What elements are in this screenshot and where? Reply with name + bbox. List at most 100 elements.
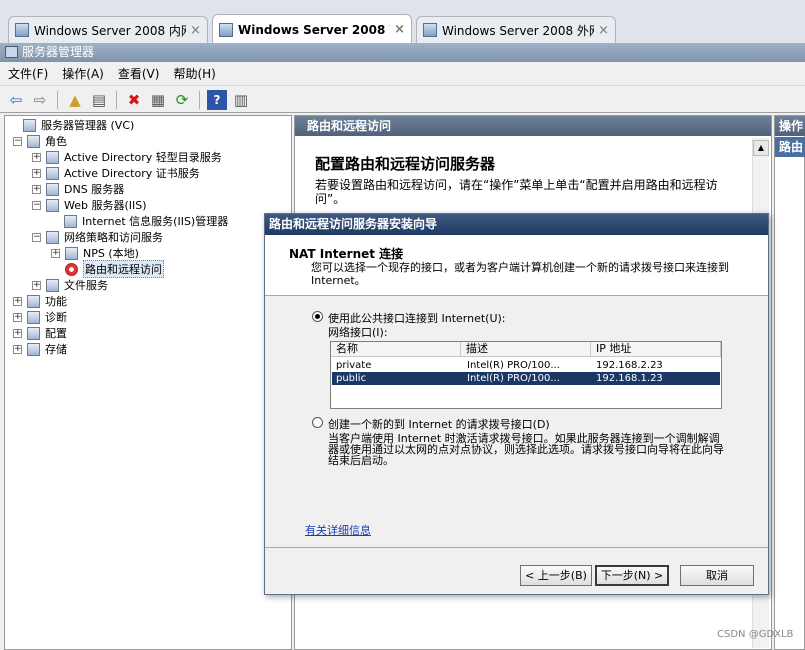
cancel-button[interactable]: 取消 (680, 565, 754, 586)
collapse-icon[interactable]: − (32, 232, 41, 242)
interface-description: Intel(R) PRO/100... (467, 360, 560, 371)
network-interface-list[interactable]: 名称 描述 IP 地址 private Intel(R) PRO/100... … (330, 341, 722, 409)
actions-pane: 操作 路由 (774, 115, 805, 650)
expand-icon[interactable]: + (13, 344, 22, 354)
interface-row-public[interactable]: public Intel(R) PRO/100... 192.168.1.23 (332, 372, 720, 385)
main-pane-title: 配置路由和远程访问服务器 (315, 155, 496, 173)
interface-row-private[interactable]: private Intel(R) PRO/100... 192.168.2.23 (332, 359, 720, 372)
properties-icon[interactable]: ▦ (148, 90, 168, 110)
tree-item-rras[interactable]: 路由和远程访问 (65, 260, 164, 278)
expand-icon[interactable]: + (32, 280, 41, 290)
collapse-icon[interactable]: − (32, 200, 41, 210)
wizard-page-title: NAT Internet 连接 (289, 247, 404, 261)
expand-icon[interactable]: + (51, 248, 60, 258)
tree-item-label: DNS 服务器 (64, 183, 125, 196)
menu-view[interactable]: 查看(V) (118, 65, 160, 82)
menu-action[interactable]: 操作(A) (62, 65, 104, 82)
tree-item-configuration[interactable]: + 配置 (13, 325, 67, 341)
toolbar: ⇦ ⇨ ▲ ▤ ✖ ▦ ⟳ ? ▥ (0, 87, 805, 113)
next-button[interactable]: 下一步(N) > (595, 565, 669, 586)
tree-item-nps[interactable]: + NPS (本地) (51, 245, 139, 261)
more-info-link[interactable]: 有关详细信息 (305, 522, 371, 538)
main-pane-header: 路由和远程访问 (295, 116, 771, 136)
close-icon[interactable]: × (394, 22, 405, 37)
scroll-up-icon[interactable]: ▲ (753, 140, 769, 156)
file-services-icon (46, 278, 59, 292)
expand-icon[interactable]: + (32, 168, 41, 178)
tree-item-server-manager[interactable]: 服务器管理器 (VC) (9, 117, 134, 133)
close-icon[interactable]: × (598, 23, 609, 38)
tree-item-label: 路由和远程访问 (83, 260, 164, 278)
tree-item-ad-lds[interactable]: + Active Directory 轻型目录服务 (32, 149, 222, 165)
column-header-name[interactable]: 名称 (331, 342, 461, 357)
tree-item-label: 网络策略和访问服务 (64, 231, 163, 244)
back-button[interactable]: < 上一步(B) (520, 565, 592, 586)
tree-item-iis-manager[interactable]: Internet 信息服务(IIS)管理器 (64, 213, 228, 229)
wizard-page-description: 您可以选择一个现存的接口，或者为客户端计算机创建一个新的请求拨号接口来连接到 I… (311, 261, 729, 287)
menu-file[interactable]: 文件(F) (8, 65, 48, 82)
expand-icon[interactable]: + (13, 312, 22, 322)
tab-label: Windows Server 2008 VPN... (238, 22, 390, 37)
toolbar-divider (116, 90, 117, 109)
show-hide-tree-icon[interactable]: ▤ (89, 90, 109, 110)
demand-dial-radio-label[interactable]: 创建一个新的到 Internet 的请求拨号接口(D) (328, 416, 550, 432)
tree-item-label: NPS (本地) (83, 247, 139, 260)
tree-item-label: Active Directory 轻型目录服务 (64, 151, 222, 164)
tab-intranet[interactable]: Windows Server 2008 内网 × (8, 16, 208, 43)
web-server-icon (46, 198, 59, 212)
tree-item-label: 配置 (45, 327, 67, 340)
tree-item-label: 功能 (45, 295, 67, 308)
collapse-icon[interactable]: − (13, 136, 22, 146)
globe-icon (65, 246, 78, 260)
delete-icon[interactable]: ✖ (124, 90, 144, 110)
help-icon[interactable]: ? (207, 89, 227, 110)
expand-icon[interactable]: + (32, 152, 41, 162)
tree-item-label: 服务器管理器 (VC) (41, 119, 135, 132)
tree-item-label: Web 服务器(IIS) (64, 199, 147, 212)
up-folder-icon[interactable]: ▲ (65, 90, 85, 110)
public-interface-radio[interactable] (312, 311, 323, 322)
interface-description: Intel(R) PRO/100... (467, 373, 560, 384)
tab-extranet[interactable]: Windows Server 2008 外网 × (416, 16, 616, 43)
tree-item-storage[interactable]: + 存储 (13, 341, 67, 357)
actions-header: 操作 (775, 116, 805, 136)
certificate-icon (46, 166, 59, 180)
app-title: 服务器管理器 (22, 45, 95, 59)
wizard-title[interactable]: 路由和远程访问服务器安装向导 (265, 214, 768, 235)
menu-bar: 文件(F) 操作(A) 查看(V) 帮助(H) (0, 62, 805, 86)
tree-item-diagnostics[interactable]: + 诊断 (13, 309, 67, 325)
forward-icon[interactable]: ⇨ (30, 90, 50, 110)
tab-vpn[interactable]: Windows Server 2008 VPN... × (212, 14, 412, 44)
tree-item-iis[interactable]: − Web 服务器(IIS) (32, 197, 147, 213)
tree-item-dns[interactable]: + DNS 服务器 (32, 181, 124, 197)
column-header-description[interactable]: 描述 (461, 342, 591, 357)
tree-item-ad-cs[interactable]: + Active Directory 证书服务 (32, 165, 200, 181)
interface-ip: 192.168.1.23 (596, 373, 663, 384)
column-header-ip[interactable]: IP 地址 (591, 342, 721, 357)
app-title-bar: 服务器管理器 (0, 43, 805, 62)
refresh-icon[interactable]: ⟳ (172, 90, 192, 110)
tree-item-file-services[interactable]: + 文件服务 (32, 277, 108, 293)
expand-icon[interactable]: + (13, 328, 22, 338)
navigation-tree: 服务器管理器 (VC) − 角色 + Active Directory 轻型目录… (4, 115, 292, 650)
tab-label: Windows Server 2008 内网 (34, 23, 187, 38)
action-pane-icon[interactable]: ▥ (231, 90, 251, 110)
close-icon[interactable]: × (190, 23, 201, 38)
menu-help[interactable]: 帮助(H) (173, 65, 215, 82)
diagnostics-icon (27, 310, 40, 324)
directory-icon (46, 150, 59, 164)
remote-desktop-icon (423, 23, 437, 37)
expand-icon[interactable]: + (32, 184, 41, 194)
expand-icon[interactable]: + (13, 296, 22, 306)
toolbar-divider (199, 90, 200, 109)
tree-item-features[interactable]: + 功能 (13, 293, 67, 309)
tree-item-roles[interactable]: − 角色 (13, 133, 67, 149)
actions-section-rras[interactable]: 路由 (775, 137, 805, 157)
back-icon[interactable]: ⇦ (6, 90, 26, 110)
tree-item-label: 诊断 (45, 311, 67, 324)
tree-item-npas[interactable]: − 网络策略和访问服务 (32, 229, 163, 245)
demand-dial-radio[interactable] (312, 417, 323, 428)
rras-icon (65, 262, 78, 276)
tree-item-label: Active Directory 证书服务 (64, 167, 200, 180)
toolbar-divider (57, 90, 58, 109)
